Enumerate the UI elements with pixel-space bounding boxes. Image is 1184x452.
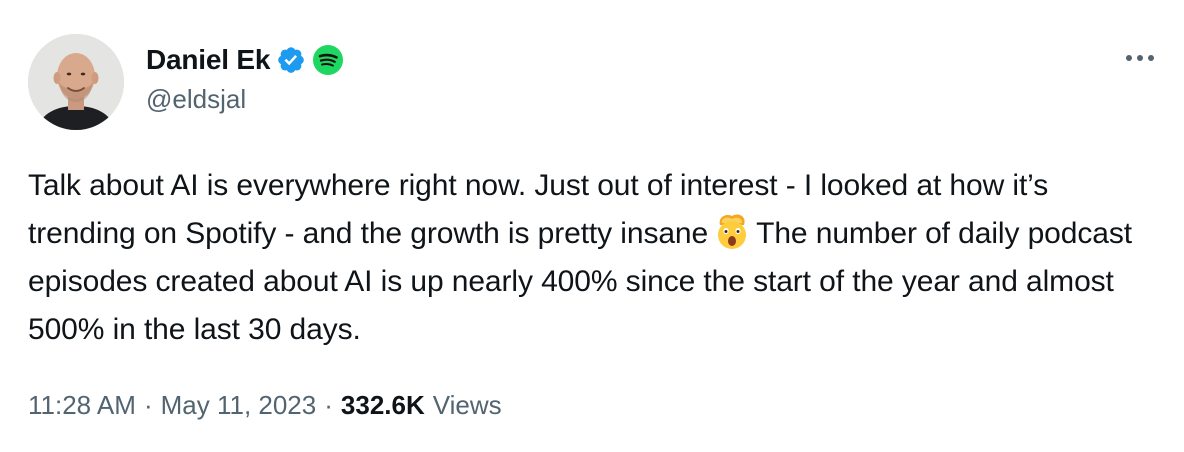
tweet-time[interactable]: 11:28 AM bbox=[28, 390, 136, 421]
avatar-photo bbox=[28, 34, 124, 130]
author-display-name[interactable]: Daniel Ek bbox=[146, 44, 270, 76]
tweet-meta: 11:28 AM · May 11, 2023 · 332.6K Views bbox=[28, 390, 502, 421]
more-horizontal-icon[interactable] bbox=[1118, 42, 1162, 74]
author-name-row: Daniel Ek bbox=[146, 40, 344, 80]
views-count[interactable]: 332.6K bbox=[341, 390, 425, 421]
verified-badge-icon[interactable] bbox=[276, 45, 306, 75]
tweet-text: Talk about AI is everywhere right now. J… bbox=[28, 162, 1138, 354]
spotify-icon[interactable] bbox=[312, 44, 344, 76]
views-label: Views bbox=[432, 390, 502, 420]
tweet-date[interactable]: May 11, 2023 bbox=[161, 390, 317, 421]
author-handle[interactable]: @eldsjal bbox=[146, 84, 246, 115]
meta-separator: · bbox=[143, 390, 153, 420]
meta-separator: · bbox=[324, 390, 333, 420]
avatar[interactable] bbox=[28, 34, 124, 130]
tweet-card: Daniel Ek @eldsjal Talk about AI is ever… bbox=[0, 0, 1184, 452]
exploding-head-emoji bbox=[712, 211, 752, 251]
